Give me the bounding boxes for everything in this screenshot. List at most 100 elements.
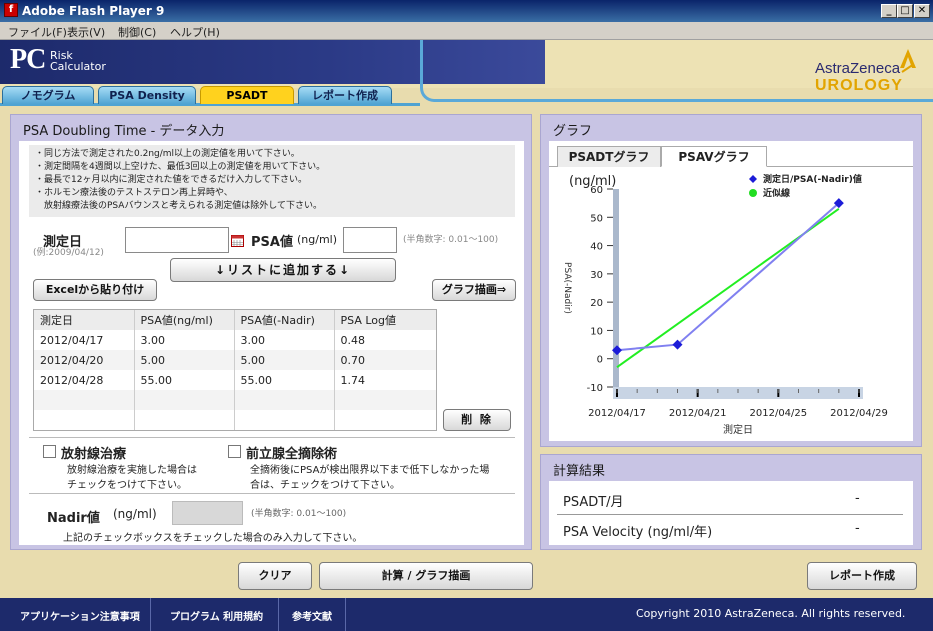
nadir-unit: (ng/ml) [113, 507, 157, 521]
instruction-line: ・測定間隔を4週間以上空けた、最低3回以上の測定値を用いて下さい。 [35, 162, 326, 172]
data-table: 測定日 PSA値(ng/ml) PSA値(-Nadir) PSA Log値 20… [33, 309, 437, 431]
logo-pc: PC [10, 44, 46, 75]
app-area: PC Risk Calculator AstraZeneca UROLOGY ノモ… [0, 40, 933, 631]
psa-hint: (半角数字: 0.01〜100) [403, 235, 499, 245]
x-axis-label: 測定日 [723, 423, 753, 436]
maximize-button[interactable]: □ [897, 4, 913, 18]
draw-graph-button[interactable]: グラフ描画⇒ [432, 279, 516, 301]
brand-urology: UROLOGY [815, 77, 903, 94]
table-cell: 55.00 [234, 370, 335, 390]
table-header[interactable]: 測定日 [34, 310, 135, 330]
legend-label: 近似線 [763, 187, 790, 199]
close-button[interactable]: ✕ [914, 4, 930, 18]
table-row[interactable]: 2012/04/28 55.00 55.00 1.74 [34, 370, 436, 390]
menu-file[interactable]: ファイル(F) [8, 24, 67, 40]
table-row [34, 410, 436, 430]
psa-velocity-label: PSA Velocity (ng/ml/年) [563, 525, 713, 540]
brand-astrazeneca: AstraZeneca [815, 60, 901, 77]
nadir-input[interactable] [172, 501, 243, 525]
table-cell: 55.00 [134, 370, 235, 390]
menu-bar: ファイル(F) 表示(V) 制御(C) ヘルプ(H) [0, 22, 933, 40]
radiation-checkbox[interactable] [43, 445, 56, 458]
clear-button[interactable]: クリア [238, 562, 312, 590]
tab-psa-density[interactable]: PSA Density [98, 86, 196, 104]
table-cell: 0.70 [340, 353, 366, 367]
results-body: PSADT/月 - PSA Velocity (ng/ml/年) - [549, 481, 913, 545]
excel-paste-button[interactable]: Excelから貼り付け [33, 279, 157, 301]
table-cell: 5.00 [134, 350, 235, 370]
legend-circle-icon [749, 189, 757, 197]
app-header: PC Risk Calculator AstraZeneca UROLOGY [0, 40, 933, 102]
prostatectomy-desc: 全摘術後にPSAが検出限界以下まで低下しなかった場 [250, 465, 490, 476]
psa-velocity-value: - [855, 521, 860, 536]
table-row [34, 390, 436, 410]
window-titlebar: f Adobe Flash Player 9 _ □ ✕ [0, 0, 933, 22]
table-cell: 2012/04/20 [34, 350, 135, 370]
y-tick-label: 60 [590, 185, 603, 196]
table-cell: 5.00 [234, 350, 335, 370]
copyright: Copyright 2010 AstraZeneca. All rights r… [636, 607, 906, 620]
minimize-button[interactable]: _ [881, 4, 897, 18]
table-cell: 2012/04/28 [34, 370, 135, 390]
y-axis-label: PSA(-Nadir) [562, 262, 572, 314]
flash-icon: f [4, 3, 18, 17]
tab-report[interactable]: レポート作成 [298, 86, 392, 104]
table-header[interactable]: PSA値(ng/ml) [134, 310, 235, 330]
footer-link-terms[interactable]: プログラム 利用規約 [170, 608, 263, 623]
psa-label: PSA値 [251, 235, 293, 250]
nadir-desc: 上記のチェックボックスをチェックした場合のみ入力して下さい。 [63, 533, 363, 544]
footer: アプリケーション注意事項 プログラム 利用規約 参考文献 Copyright 2… [0, 598, 933, 631]
footer-link-references[interactable]: 参考文献 [292, 608, 332, 623]
footer-separator [278, 598, 279, 631]
menu-view[interactable]: 表示(V) [67, 24, 105, 40]
psa-input[interactable] [343, 227, 397, 253]
psadt-result-label: PSADT/月 [563, 495, 624, 510]
graph-panel-body: PSADTグラフ PSAVグラフ (ng/ml) -10 0 10 20 30 40 50 6… [549, 141, 913, 441]
psav-chart: -10 0 10 20 30 40 50 60 2012/04/17 2012/04/21 2012… [562, 173, 888, 436]
tab-psav-graph[interactable]: PSAVグラフ [661, 146, 767, 167]
table-cell: 1.74 [340, 373, 366, 387]
y-tick-label: 10 [590, 326, 603, 337]
instruction-line: ・同じ方法で測定された0.2ng/ml以上の測定値を用いて下さい。 [35, 149, 300, 159]
table-row[interactable]: 2012/04/20 5.00 5.00 0.70 [34, 350, 436, 370]
add-to-list-button[interactable]: ↓リストに追加する↓ [170, 258, 396, 282]
radiation-desc: チェックをつけて下さい。 [67, 480, 187, 491]
prostatectomy-desc: 合は、チェックをつけて下さい。 [250, 480, 400, 491]
create-report-button[interactable]: レポート作成 [807, 562, 917, 590]
results-panel-title: 計算結果 [553, 464, 606, 479]
instruction-line: ・最長で12ヶ月以内に測定された値をできるだけ入力して下さい。 [35, 175, 308, 185]
delete-button[interactable]: 削 除 [443, 409, 511, 431]
tab-nomogram[interactable]: ノモグラム [2, 86, 94, 104]
menu-control[interactable]: 制御(C) [118, 24, 156, 40]
table-header[interactable]: PSA Log値 [334, 310, 436, 330]
legend-diamond-icon [749, 175, 757, 183]
prostatectomy-label[interactable]: 前立腺全摘除術 [246, 443, 337, 462]
date-input[interactable] [125, 227, 229, 253]
input-panel-body: ・同じ方法で測定された0.2ng/ml以上の測定値を用いて下さい。 ・測定間隔を… [19, 141, 524, 545]
x-tick-label: 2012/04/25 [750, 408, 808, 419]
psadt-result-value: - [855, 491, 860, 506]
calculate-button[interactable]: 計算 / グラフ描画 [319, 562, 533, 590]
table-cell: 0.48 [340, 333, 366, 347]
tab-psadt-graph[interactable]: PSADTグラフ [557, 146, 661, 167]
logo-risk-calculator: Risk Calculator [50, 49, 106, 73]
footer-link-notes[interactable]: アプリケーション注意事項 [20, 608, 140, 623]
divider [29, 493, 515, 494]
table-cell: 2012/04/17 [34, 330, 135, 350]
y-tick-label: 30 [590, 270, 603, 281]
instructions-box: ・同じ方法で測定された0.2ng/ml以上の測定値を用いて下さい。 ・測定間隔を… [29, 145, 515, 217]
y-tick-label: 0 [597, 355, 603, 366]
graph-panel-title: グラフ [553, 124, 593, 139]
input-panel: PSA Doubling Time - データ入力 ・同じ方法で測定された0.2… [10, 114, 532, 550]
table-header[interactable]: PSA値(-Nadir) [234, 310, 335, 330]
instruction-line: 放射線療法後のPSAバウンスと考えられる測定値は除外して下さい。 [35, 201, 323, 211]
menu-help[interactable]: ヘルプ(H) [170, 24, 220, 40]
date-example: (例:2009/04/12) [33, 248, 104, 258]
nadir-label: Nadir値 [47, 511, 100, 526]
radiation-label[interactable]: 放射線治療 [61, 443, 126, 462]
calendar-icon[interactable] [231, 235, 244, 247]
prostatectomy-checkbox[interactable] [228, 445, 241, 458]
table-row[interactable]: 2012/04/17 3.00 3.00 0.48 [34, 330, 436, 350]
tab-psadt[interactable]: PSADT [200, 86, 294, 104]
table-cell: 3.00 [134, 330, 235, 350]
